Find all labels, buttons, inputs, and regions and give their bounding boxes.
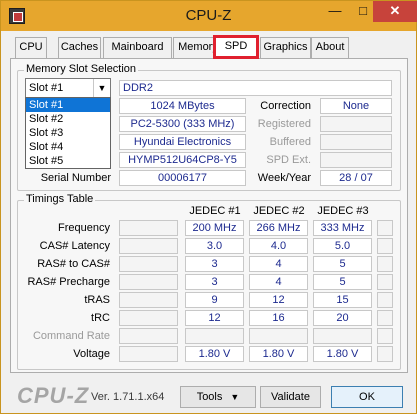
- timing-value: 3.0: [185, 238, 244, 254]
- timing-value: 1.80 V: [185, 346, 244, 362]
- timing-value: 12: [249, 292, 308, 308]
- timing-value: 5.0: [313, 238, 372, 254]
- timing-value: 4.0: [249, 238, 308, 254]
- timing-blank-cell: [377, 346, 393, 362]
- tab-mainboard[interactable]: Mainboard: [103, 37, 172, 58]
- tab-cpu[interactable]: CPU: [15, 37, 47, 58]
- cpuz-logo: CPU-Z: [17, 383, 90, 408]
- slot-select-value: Slot #1: [29, 82, 64, 94]
- timing-blank-cell: [377, 310, 393, 326]
- timing-label: Voltage: [73, 348, 110, 360]
- timing-blank-cell: [119, 256, 178, 272]
- timing-label: tRAS: [84, 294, 110, 306]
- tools-button[interactable]: Tools ▼: [180, 386, 256, 408]
- timing-value: 200 MHz: [185, 220, 244, 236]
- timing-blank-cell: [119, 328, 178, 344]
- timing-value: 3: [185, 256, 244, 272]
- slot-option-5[interactable]: Slot #5: [26, 154, 110, 168]
- serial-number-label: Serial Number: [40, 172, 111, 184]
- timing-label: Command Rate: [32, 330, 110, 342]
- chevron-down-icon[interactable]: ▼: [93, 79, 110, 97]
- slot-option-4[interactable]: Slot #4: [26, 140, 110, 154]
- correction-field: None: [320, 98, 392, 114]
- version-text: Ver. 1.71.1.x64: [91, 391, 165, 403]
- timing-value: 20: [313, 310, 372, 326]
- timing-blank-cell: [377, 238, 393, 254]
- timing-value: 3: [185, 274, 244, 290]
- slot-dropdown-list: Slot #1 Slot #2 Slot #3 Slot #4 Slot #5: [25, 97, 111, 169]
- timing-blank-cell: [119, 274, 178, 290]
- tools-button-label: Tools: [196, 391, 223, 403]
- correction-label: Correction: [260, 100, 311, 112]
- timing-label: tRC: [91, 312, 110, 324]
- timing-value: 5: [313, 274, 372, 290]
- timing-value: 4: [249, 256, 308, 272]
- timing-blank-cell: [377, 256, 393, 272]
- tab-caches[interactable]: Caches: [58, 37, 101, 58]
- registered-field: [320, 116, 392, 132]
- timing-blank-cell: [377, 328, 393, 344]
- timing-blank-cell: [119, 238, 178, 254]
- timing-value: 9: [185, 292, 244, 308]
- timing-value: 4: [249, 274, 308, 290]
- module-size-field: 1024 MBytes: [119, 98, 246, 114]
- column-header: JEDEC #3: [317, 205, 369, 217]
- timing-blank-cell: [377, 274, 393, 290]
- timing-label: Frequency: [58, 222, 110, 234]
- week-year-label: Week/Year: [257, 172, 311, 184]
- timing-blank-cell: [119, 346, 178, 362]
- slot-select[interactable]: Slot #1 ▼: [25, 78, 111, 98]
- timing-value: 1.80 V: [313, 346, 372, 362]
- timing-value: [185, 328, 244, 344]
- tab-graphics[interactable]: Graphics: [260, 37, 311, 58]
- serial-number-field: 00006177: [119, 170, 246, 186]
- buffered-field: [320, 134, 392, 150]
- registered-label: Registered: [257, 118, 311, 130]
- timing-label: RAS# to CAS#: [37, 258, 110, 270]
- validate-button[interactable]: Validate: [260, 386, 321, 408]
- timing-value: 333 MHz: [313, 220, 372, 236]
- tab-spd[interactable]: SPD: [213, 35, 259, 59]
- memory-type-field: DDR2: [119, 80, 392, 96]
- timing-value: [313, 328, 372, 344]
- minimize-button[interactable]: —: [321, 1, 349, 22]
- timing-blank-cell: [377, 292, 393, 308]
- week-year-field: 28 / 07: [320, 170, 392, 186]
- title-bar[interactable]: CPU-Z — □ ✕: [1, 1, 417, 31]
- spd-ext-field: [320, 152, 392, 168]
- timings-group-title: Timings Table: [24, 193, 96, 205]
- buffered-label: Buffered: [269, 136, 311, 148]
- timing-value: 16: [249, 310, 308, 326]
- max-bandwidth-field: PC2-5300 (333 MHz): [119, 116, 246, 132]
- timing-blank-cell: [119, 292, 178, 308]
- timing-value: 266 MHz: [249, 220, 308, 236]
- manufacturer-field: Hyundai Electronics: [119, 134, 246, 150]
- timing-value: [249, 328, 308, 344]
- slot-option-1[interactable]: Slot #1: [26, 98, 110, 112]
- column-header: JEDEC #1: [189, 205, 241, 217]
- spd-ext-label: SPD Ext.: [266, 154, 311, 166]
- timing-value: 5: [313, 256, 372, 272]
- tab-about[interactable]: About: [311, 37, 349, 58]
- timing-value: 12: [185, 310, 244, 326]
- part-number-field: HYMP512U64CP8-Y5: [119, 152, 246, 168]
- close-button[interactable]: ✕: [373, 1, 417, 22]
- timing-label: RAS# Precharge: [27, 276, 110, 288]
- column-header: JEDEC #2: [253, 205, 305, 217]
- memory-slot-group-title: Memory Slot Selection: [24, 63, 139, 75]
- timing-value: 15: [313, 292, 372, 308]
- cpuz-window: CPU-Z — □ ✕ CPU Caches Mainboard Memory …: [0, 0, 417, 414]
- slot-option-2[interactable]: Slot #2: [26, 112, 110, 126]
- timing-label: CAS# Latency: [39, 240, 110, 252]
- timing-blank-cell: [119, 220, 178, 236]
- ok-button[interactable]: OK: [331, 386, 403, 408]
- slot-option-3[interactable]: Slot #3: [26, 126, 110, 140]
- timing-blank-cell: [119, 310, 178, 326]
- timing-blank-cell: [377, 220, 393, 236]
- timing-value: 1.80 V: [249, 346, 308, 362]
- chevron-down-icon: ▼: [230, 392, 240, 402]
